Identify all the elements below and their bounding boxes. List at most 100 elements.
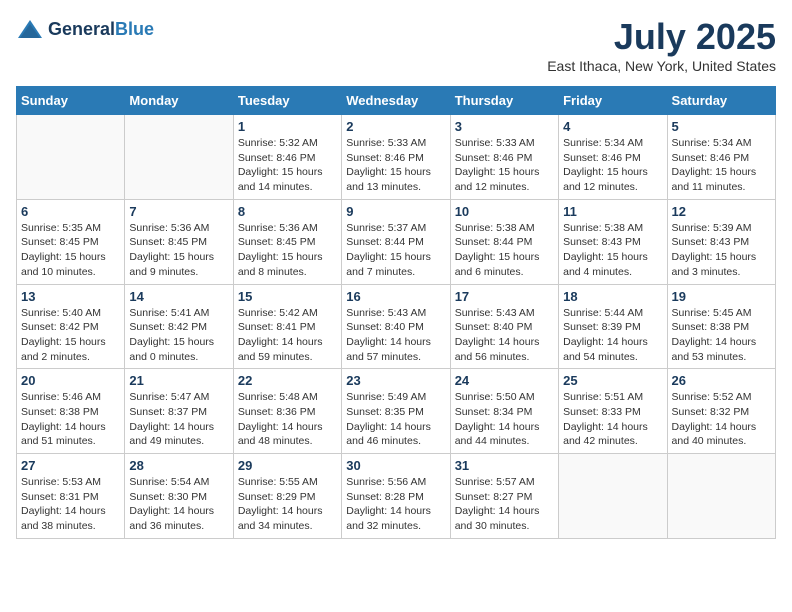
day-of-week-header: Sunday xyxy=(17,87,125,115)
day-of-week-header: Saturday xyxy=(667,87,775,115)
day-number: 31 xyxy=(455,458,554,473)
calendar-cell: 14 Sunrise: 5:41 AMSunset: 8:42 PMDayligh… xyxy=(125,284,233,369)
day-number: 13 xyxy=(21,289,120,304)
day-info: Sunrise: 5:34 AMSunset: 8:46 PMDaylight:… xyxy=(563,136,662,195)
calendar-cell: 2 Sunrise: 5:33 AMSunset: 8:46 PMDaylight… xyxy=(342,115,450,200)
day-info: Sunrise: 5:47 AMSunset: 8:37 PMDaylight:… xyxy=(129,390,228,449)
day-number: 1 xyxy=(238,119,337,134)
calendar-cell: 1 Sunrise: 5:32 AMSunset: 8:46 PMDaylight… xyxy=(233,115,341,200)
calendar-cell xyxy=(559,454,667,539)
calendar-cell: 18Sunrise: 5:44 AMSunset: 8:39 PMDayligh… xyxy=(559,284,667,369)
day-info: Sunrise: 5:41 AMSunset: 8:42 PMDaylight:… xyxy=(129,306,228,365)
day-number: 28 xyxy=(129,458,228,473)
calendar-cell xyxy=(667,454,775,539)
day-info: Sunrise: 5:55 AMSunset: 8:29 PMDaylight:… xyxy=(238,475,337,534)
calendar-cell: 22 Sunrise: 5:48 AMSunset: 8:36 PMDayligh… xyxy=(233,369,341,454)
calendar-cell: 9 Sunrise: 5:37 AMSunset: 8:44 PMDaylight… xyxy=(342,199,450,284)
day-info: Sunrise: 5:38 AMSunset: 8:44 PMDaylight:… xyxy=(455,221,554,280)
calendar-cell: 4 Sunrise: 5:34 AMSunset: 8:46 PMDaylight… xyxy=(559,115,667,200)
calendar-cell: 6 Sunrise: 5:35 AMSunset: 8:45 PMDaylight… xyxy=(17,199,125,284)
day-info: Sunrise: 5:37 AMSunset: 8:44 PMDaylight:… xyxy=(346,221,445,280)
day-info: Sunrise: 5:42 AMSunset: 8:41 PMDaylight:… xyxy=(238,306,337,365)
header: GeneralBlue July 2025 East Ithaca, New Y… xyxy=(16,16,776,74)
day-info: Sunrise: 5:35 AMSunset: 8:45 PMDaylight:… xyxy=(21,221,120,280)
calendar: SundayMondayTuesdayWednesdayThursdayFrid… xyxy=(16,86,776,539)
calendar-cell: 5Sunrise: 5:34 AMSunset: 8:46 PMDaylight… xyxy=(667,115,775,200)
day-number: 15 xyxy=(238,289,337,304)
day-number: 11 xyxy=(563,204,662,219)
day-info: Sunrise: 5:33 AMSunset: 8:46 PMDaylight:… xyxy=(455,136,554,195)
day-number: 5 xyxy=(672,119,771,134)
calendar-cell: 3 Sunrise: 5:33 AMSunset: 8:46 PMDaylight… xyxy=(450,115,558,200)
day-number: 20 xyxy=(21,373,120,388)
day-info: Sunrise: 5:36 AMSunset: 8:45 PMDaylight:… xyxy=(129,221,228,280)
day-number: 23 xyxy=(346,373,445,388)
calendar-cell: 29 Sunrise: 5:55 AMSunset: 8:29 PMDayligh… xyxy=(233,454,341,539)
calendar-week-row: 20 Sunrise: 5:46 AMSunset: 8:38 PMDayligh… xyxy=(17,369,776,454)
day-info: Sunrise: 5:51 AMSunset: 8:33 PMDaylight:… xyxy=(563,390,662,449)
calendar-week-row: 13 Sunrise: 5:40 AMSunset: 8:42 PMDayligh… xyxy=(17,284,776,369)
calendar-cell xyxy=(17,115,125,200)
day-number: 29 xyxy=(238,458,337,473)
logo: GeneralBlue xyxy=(16,16,154,44)
day-info: Sunrise: 5:56 AMSunset: 8:28 PMDaylight:… xyxy=(346,475,445,534)
day-number: 6 xyxy=(21,204,120,219)
calendar-cell: 8Sunrise: 5:36 AMSunset: 8:45 PMDaylight… xyxy=(233,199,341,284)
calendar-cell: 11 Sunrise: 5:38 AMSunset: 8:43 PMDayligh… xyxy=(559,199,667,284)
calendar-cell: 21 Sunrise: 5:47 AMSunset: 8:37 PMDayligh… xyxy=(125,369,233,454)
calendar-header-row: SundayMondayTuesdayWednesdayThursdayFrid… xyxy=(17,87,776,115)
logo-icon xyxy=(16,16,44,44)
calendar-cell: 31 Sunrise: 5:57 AMSunset: 8:27 PMDayligh… xyxy=(450,454,558,539)
day-number: 2 xyxy=(346,119,445,134)
day-info: Sunrise: 5:36 AMSunset: 8:45 PMDaylight:… xyxy=(238,221,337,280)
calendar-cell: 15 Sunrise: 5:42 AMSunset: 8:41 PMDayligh… xyxy=(233,284,341,369)
day-info: Sunrise: 5:40 AMSunset: 8:42 PMDaylight:… xyxy=(21,306,120,365)
calendar-cell: 20 Sunrise: 5:46 AMSunset: 8:38 PMDayligh… xyxy=(17,369,125,454)
day-info: Sunrise: 5:39 AMSunset: 8:43 PMDaylight:… xyxy=(672,221,771,280)
day-number: 25 xyxy=(563,373,662,388)
calendar-cell: 30Sunrise: 5:56 AMSunset: 8:28 PMDayligh… xyxy=(342,454,450,539)
day-number: 27 xyxy=(21,458,120,473)
day-info: Sunrise: 5:53 AMSunset: 8:31 PMDaylight:… xyxy=(21,475,120,534)
day-info: Sunrise: 5:54 AMSunset: 8:30 PMDaylight:… xyxy=(129,475,228,534)
month-title: July 2025 xyxy=(547,16,776,58)
logo-general: General xyxy=(48,19,115,39)
logo-blue: Blue xyxy=(115,19,154,39)
day-of-week-header: Tuesday xyxy=(233,87,341,115)
day-number: 4 xyxy=(563,119,662,134)
location-title: East Ithaca, New York, United States xyxy=(547,58,776,74)
day-number: 17 xyxy=(455,289,554,304)
day-of-week-header: Monday xyxy=(125,87,233,115)
calendar-cell: 7 Sunrise: 5:36 AMSunset: 8:45 PMDaylight… xyxy=(125,199,233,284)
day-info: Sunrise: 5:48 AMSunset: 8:36 PMDaylight:… xyxy=(238,390,337,449)
calendar-cell: 26 Sunrise: 5:52 AMSunset: 8:32 PMDayligh… xyxy=(667,369,775,454)
calendar-cell: 19Sunrise: 5:45 AMSunset: 8:38 PMDayligh… xyxy=(667,284,775,369)
day-info: Sunrise: 5:52 AMSunset: 8:32 PMDaylight:… xyxy=(672,390,771,449)
day-info: Sunrise: 5:32 AMSunset: 8:46 PMDaylight:… xyxy=(238,136,337,195)
calendar-week-row: 1 Sunrise: 5:32 AMSunset: 8:46 PMDaylight… xyxy=(17,115,776,200)
day-info: Sunrise: 5:46 AMSunset: 8:38 PMDaylight:… xyxy=(21,390,120,449)
day-of-week-header: Friday xyxy=(559,87,667,115)
day-number: 3 xyxy=(455,119,554,134)
day-number: 16 xyxy=(346,289,445,304)
day-number: 14 xyxy=(129,289,228,304)
day-of-week-header: Wednesday xyxy=(342,87,450,115)
day-number: 21 xyxy=(129,373,228,388)
day-info: Sunrise: 5:43 AMSunset: 8:40 PMDaylight:… xyxy=(455,306,554,365)
day-number: 18 xyxy=(563,289,662,304)
calendar-week-row: 6 Sunrise: 5:35 AMSunset: 8:45 PMDaylight… xyxy=(17,199,776,284)
day-number: 22 xyxy=(238,373,337,388)
day-number: 7 xyxy=(129,204,228,219)
day-number: 19 xyxy=(672,289,771,304)
calendar-cell: 23Sunrise: 5:49 AMSunset: 8:35 PMDayligh… xyxy=(342,369,450,454)
day-number: 12 xyxy=(672,204,771,219)
calendar-cell: 17 Sunrise: 5:43 AMSunset: 8:40 PMDayligh… xyxy=(450,284,558,369)
day-number: 10 xyxy=(455,204,554,219)
day-info: Sunrise: 5:38 AMSunset: 8:43 PMDaylight:… xyxy=(563,221,662,280)
calendar-cell: 28 Sunrise: 5:54 AMSunset: 8:30 PMDayligh… xyxy=(125,454,233,539)
calendar-cell: 27 Sunrise: 5:53 AMSunset: 8:31 PMDayligh… xyxy=(17,454,125,539)
day-info: Sunrise: 5:33 AMSunset: 8:46 PMDaylight:… xyxy=(346,136,445,195)
day-number: 26 xyxy=(672,373,771,388)
day-number: 9 xyxy=(346,204,445,219)
day-info: Sunrise: 5:57 AMSunset: 8:27 PMDaylight:… xyxy=(455,475,554,534)
